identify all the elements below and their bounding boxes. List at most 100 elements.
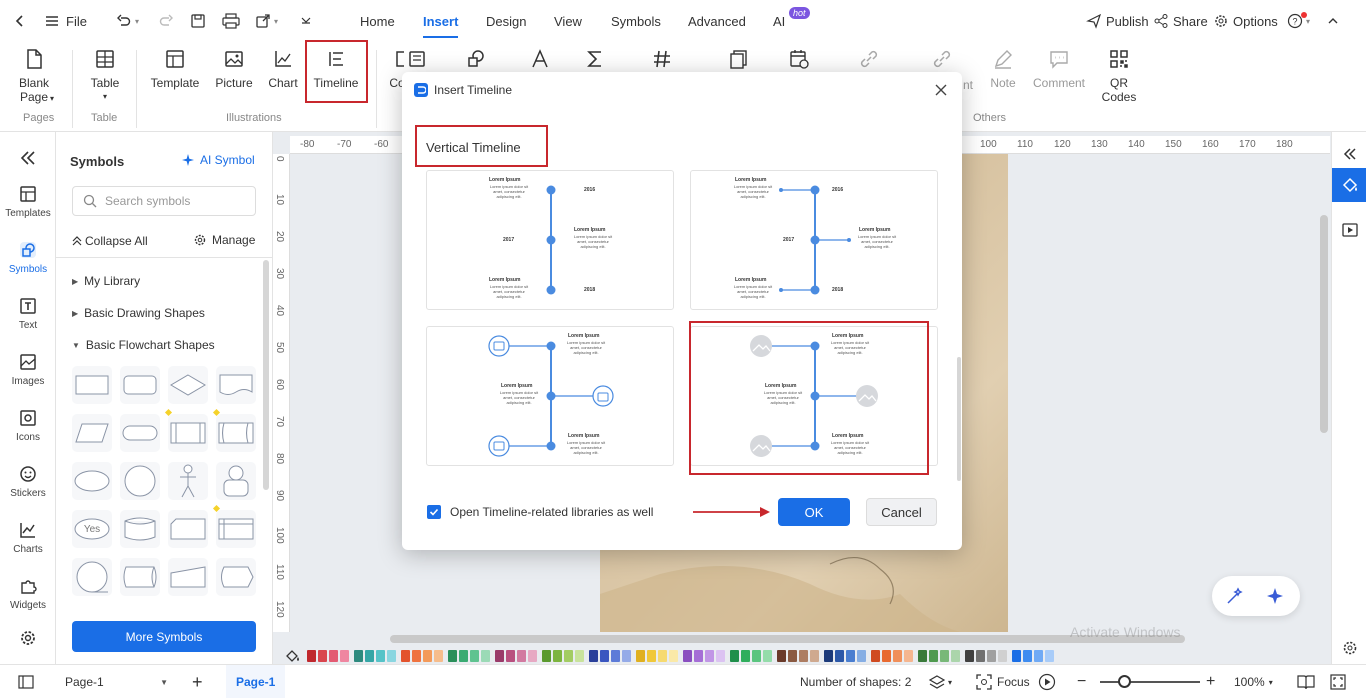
share-button[interactable]: Share bbox=[1153, 0, 1208, 42]
color-swatch[interactable] bbox=[882, 650, 891, 662]
publish-button[interactable]: Publish bbox=[1086, 0, 1149, 42]
manage-button[interactable]: Manage bbox=[193, 233, 255, 247]
color-swatch[interactable] bbox=[929, 650, 938, 662]
library-my-library[interactable]: ▶ My Library bbox=[72, 274, 140, 288]
redo-icon[interactable] bbox=[158, 0, 174, 42]
color-swatch[interactable] bbox=[741, 650, 750, 662]
shape-direct-data[interactable] bbox=[120, 558, 160, 596]
shape-sequential-data[interactable] bbox=[72, 558, 112, 596]
fit-page-icon[interactable] bbox=[1330, 665, 1346, 698]
panel-scrollbar[interactable] bbox=[263, 260, 269, 490]
more-chevron-icon[interactable] bbox=[300, 0, 312, 42]
play-icon[interactable] bbox=[1038, 665, 1056, 698]
color-swatch[interactable] bbox=[951, 650, 960, 662]
dialog-scrollbar[interactable] bbox=[957, 357, 961, 481]
color-swatch[interactable] bbox=[553, 650, 562, 662]
color-swatch[interactable] bbox=[517, 650, 526, 662]
color-swatch[interactable] bbox=[763, 650, 772, 662]
color-swatch[interactable] bbox=[528, 650, 537, 662]
color-swatch[interactable] bbox=[824, 650, 833, 662]
file-menu[interactable]: File bbox=[44, 0, 87, 42]
color-swatch[interactable] bbox=[307, 650, 316, 662]
note-button[interactable]: Note bbox=[985, 48, 1021, 90]
ai-symbol-button[interactable]: AI Symbol bbox=[181, 153, 255, 167]
color-swatch[interactable] bbox=[575, 650, 584, 662]
color-swatch[interactable] bbox=[871, 650, 880, 662]
rail-item-icons[interactable]: Icons bbox=[0, 408, 56, 443]
color-swatch[interactable] bbox=[846, 650, 855, 662]
ok-button[interactable]: OK bbox=[778, 498, 850, 526]
color-swatch[interactable] bbox=[1034, 650, 1043, 662]
color-swatch[interactable] bbox=[495, 650, 504, 662]
slideshow-icon[interactable] bbox=[1342, 222, 1358, 241]
shape-diamond[interactable] bbox=[168, 366, 208, 404]
shape-stored-data[interactable] bbox=[212, 408, 256, 452]
more-symbols-button[interactable]: More Symbols bbox=[72, 621, 256, 652]
color-swatch[interactable] bbox=[694, 650, 703, 662]
shape-actor[interactable] bbox=[168, 462, 208, 500]
paint-bucket-icon[interactable] bbox=[1332, 168, 1366, 202]
collapse-ribbon-icon[interactable] bbox=[1327, 0, 1339, 42]
color-swatch[interactable] bbox=[318, 650, 327, 662]
print-icon[interactable] bbox=[222, 0, 240, 42]
color-swatch[interactable] bbox=[799, 650, 808, 662]
color-swatch[interactable] bbox=[1023, 650, 1032, 662]
tab-advanced[interactable]: Advanced bbox=[688, 0, 746, 42]
zoom-slider[interactable] bbox=[1100, 681, 1200, 683]
color-swatch[interactable] bbox=[893, 650, 902, 662]
library-basic-flowchart[interactable]: ▼ Basic Flowchart Shapes bbox=[72, 338, 215, 352]
color-swatch[interactable] bbox=[777, 650, 786, 662]
shape-rounded-rect[interactable] bbox=[120, 366, 160, 404]
shape-circle[interactable] bbox=[120, 462, 160, 500]
shape-rectangle[interactable] bbox=[72, 366, 112, 404]
rail-item-templates[interactable]: Templates bbox=[0, 184, 56, 219]
template-button[interactable]: Template bbox=[150, 48, 200, 90]
shape-ellipse[interactable] bbox=[72, 462, 112, 500]
chart-button[interactable]: Chart bbox=[266, 48, 300, 90]
color-swatch[interactable] bbox=[918, 650, 927, 662]
comment-button[interactable]: Comment bbox=[1030, 48, 1088, 90]
tab-design[interactable]: Design bbox=[486, 0, 526, 42]
collapse-all-button[interactable]: Collapse All bbox=[72, 234, 148, 248]
timeline-template-2[interactable]: Lorem Ipsum Lorem ipsum dolor sit amet, … bbox=[690, 170, 938, 310]
shape-display[interactable] bbox=[216, 558, 256, 596]
color-swatch[interactable] bbox=[857, 650, 866, 662]
expand-panel-icon[interactable] bbox=[1342, 146, 1358, 165]
color-swatch[interactable] bbox=[600, 650, 609, 662]
color-swatch[interactable] bbox=[730, 650, 739, 662]
tab-view[interactable]: View bbox=[554, 0, 582, 42]
color-swatch[interactable] bbox=[810, 650, 819, 662]
timeline-template-3[interactable]: Lorem Ipsum Lorem ipsum dolor sit amet, … bbox=[426, 326, 674, 466]
color-swatch[interactable] bbox=[788, 650, 797, 662]
rail-item-charts[interactable]: Charts bbox=[0, 520, 56, 555]
shape-terminator[interactable] bbox=[120, 414, 160, 452]
options-button[interactable]: Options bbox=[1213, 0, 1278, 42]
rail-item-images[interactable]: Images bbox=[0, 352, 56, 387]
settings-icon[interactable] bbox=[0, 628, 56, 652]
save-icon[interactable] bbox=[190, 0, 206, 42]
horizontal-scrollbar[interactable] bbox=[390, 635, 1185, 643]
color-swatch[interactable] bbox=[564, 650, 573, 662]
color-swatch[interactable] bbox=[976, 650, 985, 662]
color-swatch[interactable] bbox=[669, 650, 678, 662]
color-swatch[interactable] bbox=[683, 650, 692, 662]
search-input[interactable]: Search symbols bbox=[72, 186, 256, 216]
page-tab-active[interactable]: Page-1 bbox=[226, 665, 286, 698]
color-swatch[interactable] bbox=[716, 650, 725, 662]
color-swatch[interactable] bbox=[1045, 650, 1054, 662]
qr-codes-button[interactable]: QR Codes bbox=[1100, 48, 1138, 104]
timeline-template-1[interactable]: Lorem Ipsum Lorem ipsum dolor sit amet, … bbox=[426, 170, 674, 310]
color-swatch[interactable] bbox=[542, 650, 551, 662]
add-page-icon[interactable]: + bbox=[192, 665, 203, 698]
color-swatch[interactable] bbox=[340, 650, 349, 662]
shape-predefined-process[interactable] bbox=[164, 408, 208, 452]
color-swatch[interactable] bbox=[622, 650, 631, 662]
table-button[interactable]: Table ▾ bbox=[90, 48, 120, 104]
undo-icon[interactable]: ▾ bbox=[116, 0, 139, 42]
book-view-icon[interactable] bbox=[1297, 665, 1315, 698]
vertical-scrollbar[interactable] bbox=[1320, 215, 1328, 433]
tab-ai[interactable]: AI bbox=[773, 0, 785, 42]
color-swatch[interactable] bbox=[1012, 650, 1021, 662]
blank-page-button[interactable]: Blank Page ▾ bbox=[14, 48, 54, 104]
color-swatch[interactable] bbox=[354, 650, 363, 662]
